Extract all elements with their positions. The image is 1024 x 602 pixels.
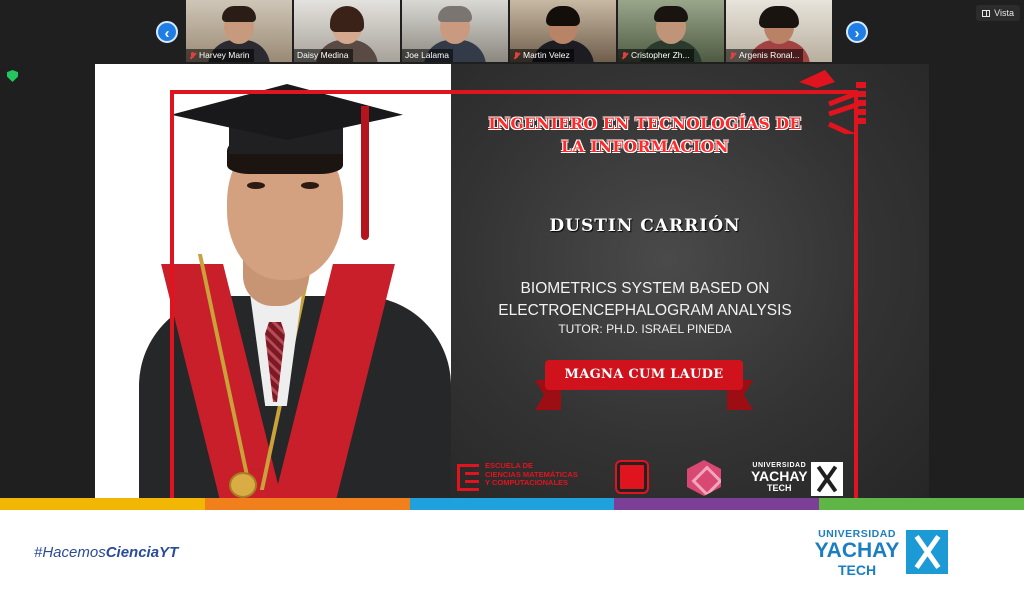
participant-name: Martin Velez (523, 50, 570, 60)
school-name: ESCUELA DE CIENCIAS MATEMÁTICAS Y COMPUT… (485, 461, 578, 487)
color-stripe (0, 498, 1024, 510)
participant-tile[interactable]: Argenis Ronal... (726, 0, 832, 62)
security-shield-icon[interactable] (7, 70, 18, 82)
grid-view-icon (982, 9, 991, 17)
participant-strip: Harvey Marin Daisy Medina Joe Lalama Mar… (186, 0, 832, 62)
muted-mic-icon (729, 51, 736, 60)
degree-title: INGENIERO EN TECNOLOGÍAS DE LA INFORMACI… (488, 114, 802, 156)
muted-mic-icon (513, 51, 520, 60)
honor-ribbon: MAGNA CUM LAUDE (545, 360, 743, 390)
view-button-label: Vista (994, 8, 1014, 18)
participant-name: Joe Lalama (405, 50, 449, 60)
shared-screen-slide: INGENIERO EN TECNOLOGÍAS DE LA INFORMACI… (95, 64, 929, 498)
participant-tile[interactable]: Martin Velez (510, 0, 616, 62)
participant-tile[interactable]: Harvey Marin (186, 0, 292, 62)
participant-name: Cristopher Zh... (631, 50, 690, 60)
school-logo-icon (457, 464, 479, 492)
university-logo-icon (811, 462, 843, 496)
view-button[interactable]: Vista (976, 5, 1020, 21)
participant-name: Harvey Marin (199, 50, 250, 60)
muted-mic-icon (621, 51, 628, 60)
next-participants-button[interactable]: › (846, 21, 868, 43)
university-logo-text: UNIVERSIDAD YACHAY TECH (814, 528, 900, 578)
university-logo-icon (906, 530, 948, 574)
participant-tile[interactable]: Daisy Medina (294, 0, 400, 62)
thesis-line: ELECTROENCEPHALOGRAM ANALYSIS (498, 302, 792, 319)
university-logo-text: UNIVERSIDAD YACHAY TECH (751, 462, 808, 493)
participant-name: Daisy Medina (297, 50, 349, 60)
thesis-line: BIOMETRICS SYSTEM BASED ON (520, 280, 770, 297)
hashtag: #HacemosCienciaYT (34, 544, 179, 561)
tutor-text: TUTOR: PH.D. ISRAEL PINEDA (558, 322, 732, 336)
previous-participants-button[interactable]: ‹ (156, 21, 178, 43)
graduate-name: DUSTIN CARRIÓN (549, 216, 741, 236)
muted-mic-icon (189, 51, 196, 60)
thesis-title: BIOMETRICS SYSTEM BASED ON ELECTROENCEPH… (475, 278, 815, 322)
participant-tile[interactable]: Joe Lalama (402, 0, 508, 62)
chip-logo-icon (617, 462, 647, 492)
participant-tile[interactable]: Cristopher Zh... (618, 0, 724, 62)
bottom-banner: #HacemosCienciaYT UNIVERSIDAD YACHAY TEC… (0, 510, 1024, 602)
participant-name: Argenis Ronal... (739, 50, 800, 60)
